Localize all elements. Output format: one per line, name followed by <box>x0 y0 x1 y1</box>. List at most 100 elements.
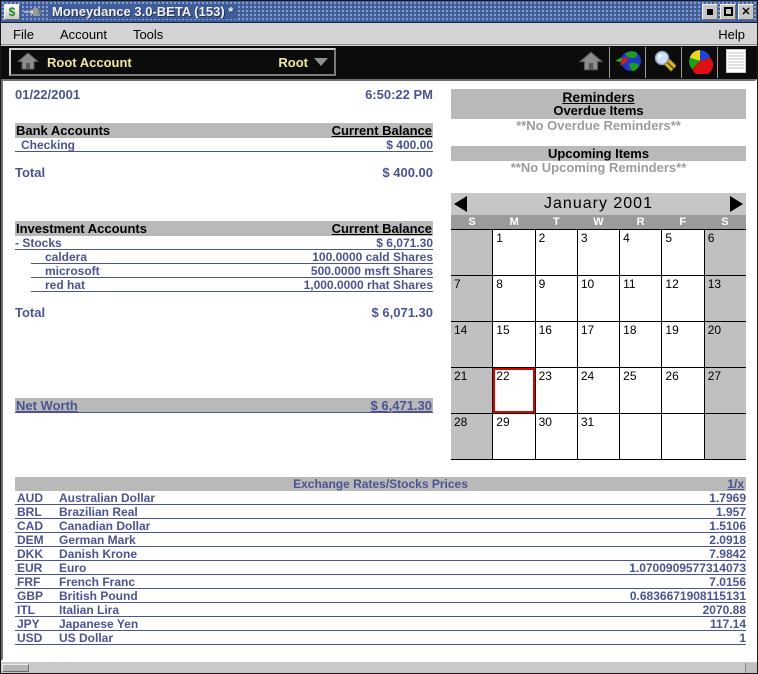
exchange-rate-row[interactable]: BRLBrazilian Real1.957 <box>15 505 746 519</box>
calendar: January 2001 SMTWRFS 1234567891011121314… <box>451 193 746 460</box>
account-link[interactable]: microsoft <box>31 264 100 277</box>
calendar-day-31[interactable]: 31 <box>578 414 619 459</box>
account-row[interactable]: microsoft500.0000 msft Shares <box>31 264 433 278</box>
currency-code: CAD <box>15 519 59 532</box>
previous-month-button[interactable] <box>454 196 467 212</box>
calendar-day-26[interactable]: 26 <box>662 368 703 413</box>
no-upcoming-reminders-text: **No Upcoming Reminders** <box>451 161 746 175</box>
calendar-day-21[interactable]: 21 <box>451 368 492 413</box>
rate-column-header[interactable]: 1/x <box>727 477 744 491</box>
calendar-day-16[interactable]: 16 <box>536 322 577 367</box>
currency-code: FRF <box>15 575 59 588</box>
pushpin-icon[interactable] <box>24 7 44 17</box>
menu-help[interactable]: Help <box>718 27 745 42</box>
close-icon: ✕ <box>741 7 750 17</box>
window-title: Moneydance 3.0-BETA (153) * <box>48 4 237 19</box>
calendar-day-14[interactable]: 14 <box>451 322 492 367</box>
register-button[interactable] <box>717 47 753 78</box>
calendar-day-3[interactable]: 3 <box>578 230 619 275</box>
calendar-day-11[interactable]: 11 <box>620 276 661 321</box>
exchange-rate-row[interactable]: AUDAustralian Dollar1.7969 <box>15 491 746 505</box>
account-row[interactable]: red hat1,000.0000 rhat Shares <box>31 278 433 292</box>
scrollbar-thumb[interactable] <box>2 664 29 672</box>
menu-tools[interactable]: Tools <box>133 27 163 42</box>
calendar-day-17[interactable]: 17 <box>578 322 619 367</box>
titlebar[interactable]: $ Moneydance 3.0-BETA (153) * ✕ <box>1 1 757 23</box>
calendar-day-19[interactable]: 19 <box>662 322 703 367</box>
account-row[interactable]: - Stocks$ 6,071.30 <box>15 236 433 250</box>
calendar-day-12[interactable]: 12 <box>662 276 703 321</box>
exchange-rate-row[interactable]: GBPBritish Pound0.6836671908115131 <box>15 589 746 603</box>
calendar-day-30[interactable]: 30 <box>536 414 577 459</box>
horizontal-scrollbar[interactable] <box>1 661 757 673</box>
calendar-day-18[interactable]: 18 <box>620 322 661 367</box>
exchange-rate-row[interactable]: FRFFrench Franc7.0156 <box>15 575 746 589</box>
calendar-day-number: 28 <box>454 415 467 429</box>
calendar-day-1[interactable]: 1 <box>493 230 534 275</box>
account-row[interactable]: Checking$ 400.00 <box>15 138 433 152</box>
exchange-rate-row[interactable]: DKKDanish Krone7.9842 <box>15 547 746 561</box>
currency-code: ITL <box>15 603 59 616</box>
calendar-day-4[interactable]: 4 <box>620 230 661 275</box>
calendar-day-20[interactable]: 20 <box>705 322 746 367</box>
calendar-day-15[interactable]: 15 <box>493 322 534 367</box>
minimize-button[interactable] <box>702 4 718 20</box>
account-link[interactable]: Checking <box>15 138 75 151</box>
calendar-day-25[interactable]: 25 <box>620 368 661 413</box>
reports-button[interactable] <box>681 47 717 78</box>
calendar-day-24[interactable]: 24 <box>578 368 619 413</box>
calendar-day-10[interactable]: 10 <box>578 276 619 321</box>
calendar-day-9[interactable]: 9 <box>536 276 577 321</box>
calendar-day-6[interactable]: 6 <box>705 230 746 275</box>
next-month-button[interactable] <box>730 196 743 212</box>
menubar-left: File Account Tools <box>13 27 163 42</box>
currency-rate: 0.6836671908115131 <box>630 589 746 602</box>
investment-accounts-title: Investment Accounts <box>16 221 147 236</box>
account-link[interactable]: caldera <box>31 250 87 263</box>
calendar-day-number: 1 <box>496 231 503 245</box>
calendar-day-5[interactable]: 5 <box>662 230 703 275</box>
reminders-title: Reminders <box>451 90 746 104</box>
exchange-rate-row[interactable]: ITLItalian Lira2070.88 <box>15 603 746 617</box>
exchange-rates-header: Exchange Rates/Stocks Prices 1/x <box>15 477 746 491</box>
toolbar-icon-buttons <box>573 47 753 78</box>
calendar-day-number: 14 <box>454 323 467 337</box>
account-link[interactable]: red hat <box>31 278 85 291</box>
calendar-day-8[interactable]: 8 <box>493 276 534 321</box>
calendar-day-number: 15 <box>496 323 509 337</box>
calendar-day-header: F <box>662 215 704 229</box>
account-link[interactable]: - Stocks <box>15 236 62 249</box>
exchange-rate-row[interactable]: DEMGerman Mark2.0918 <box>15 533 746 547</box>
close-button[interactable]: ✕ <box>738 4 754 20</box>
exchange-rate-row[interactable]: CADCanadian Dollar1.5106 <box>15 519 746 533</box>
menu-account[interactable]: Account <box>60 27 107 42</box>
calendar-day-header: W <box>577 215 619 229</box>
calendar-month-title: January 2001 <box>467 195 730 213</box>
currency-name: Euro <box>59 561 629 574</box>
home-button[interactable] <box>573 47 609 78</box>
calendar-day-22[interactable]: 22 <box>493 368 534 413</box>
calendar-day-number: 19 <box>665 323 678 337</box>
exchange-rate-row[interactable]: EUREuro1.0700909577314073 <box>15 561 746 575</box>
calendar-day-7[interactable]: 7 <box>451 276 492 321</box>
moneydance-window: $ Moneydance 3.0-BETA (153) * ✕ File Acco… <box>0 0 758 674</box>
exchange-rate-row[interactable]: USDUS Dollar1 <box>15 631 746 645</box>
menu-file[interactable]: File <box>13 27 34 42</box>
account-row[interactable]: caldera100.0000 cald Shares <box>31 250 433 264</box>
calendar-day-29[interactable]: 29 <box>493 414 534 459</box>
calendar-day-27[interactable]: 27 <box>705 368 746 413</box>
online-banking-button[interactable] <box>609 47 645 78</box>
calendar-day-28[interactable]: 28 <box>451 414 492 459</box>
maximize-button[interactable] <box>720 4 736 20</box>
currency-rate: 7.0156 <box>709 575 746 588</box>
search-button[interactable] <box>645 47 681 78</box>
calendar-day-23[interactable]: 23 <box>536 368 577 413</box>
resize-grip[interactable] <box>745 663 757 673</box>
account-selector-dropdown[interactable]: Root Account Root <box>9 48 336 76</box>
calendar-day-2[interactable]: 2 <box>536 230 577 275</box>
currency-name: Italian Lira <box>59 603 703 616</box>
exchange-rate-row[interactable]: JPYJapanese Yen117.14 <box>15 617 746 631</box>
calendar-day-13[interactable]: 13 <box>705 276 746 321</box>
chevron-down-icon <box>314 58 328 66</box>
bank-rows: Checking$ 400.00 <box>15 138 433 152</box>
